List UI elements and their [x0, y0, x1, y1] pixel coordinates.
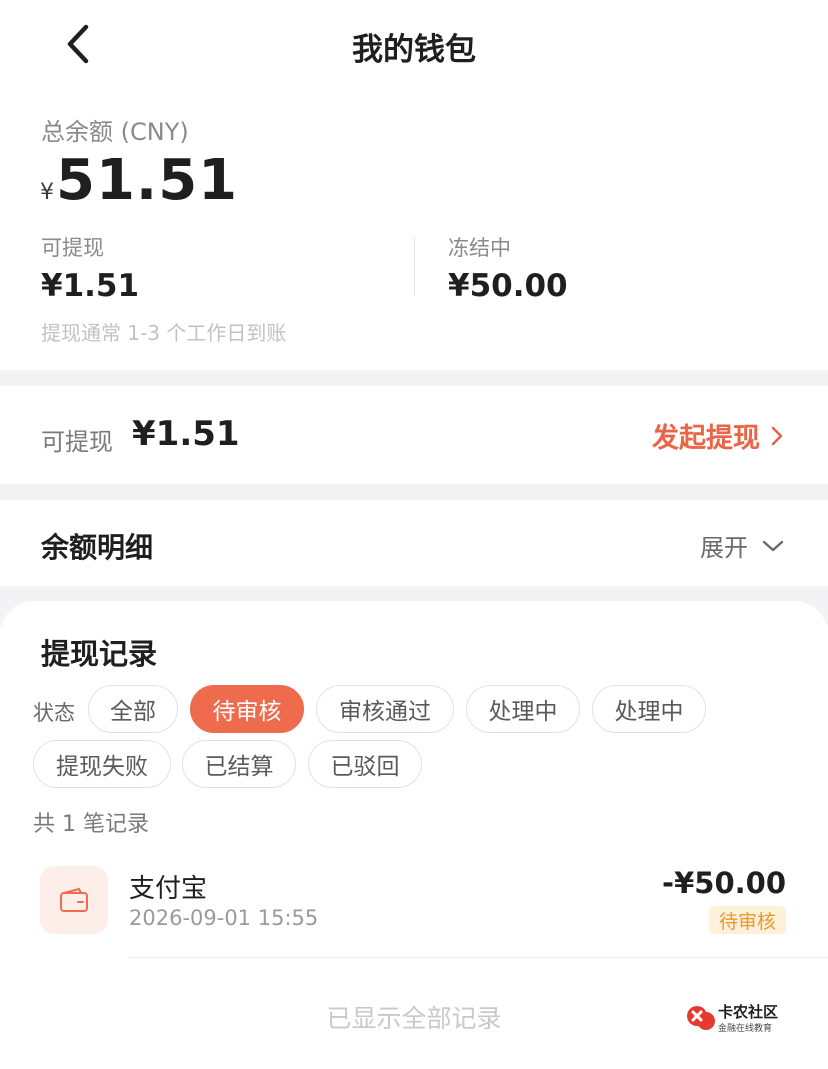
balance-detail-row: 余额明细 展开 — [0, 500, 828, 586]
section-gap — [0, 370, 828, 386]
withdraw-records-panel: 提现记录 状态 全部 待审核 审核通过 处理中 处理中 提现失败 已结算 已驳回… — [0, 601, 828, 1069]
expand-label: 展开 — [700, 534, 748, 562]
total-balance-amount: ¥ 51.51 — [40, 148, 238, 213]
filter-chip-settled[interactable]: 已结算 — [182, 740, 296, 788]
records-title: 提现记录 — [41, 637, 158, 671]
section-gap — [0, 484, 828, 500]
start-withdraw-label: 发起提现 — [652, 423, 760, 454]
record-status-badge: 待审核 — [708, 906, 786, 934]
filter-chip-processing[interactable]: 处理中 — [466, 685, 580, 733]
start-withdraw-button[interactable]: 发起提现 — [652, 416, 784, 455]
wallet-icon — [40, 866, 108, 934]
record-item[interactable]: 支付宝 2026-09-01 15:55 -¥50.00 待审核 — [0, 856, 828, 960]
withdraw-hint: 提现通常 1-3 个工作日到账 — [41, 321, 287, 345]
record-time: 2026-09-01 15:55 — [129, 906, 319, 930]
withdraw-row: 可提现 ¥1.51 发起提现 — [0, 386, 828, 484]
chevron-right-icon — [771, 426, 783, 445]
filter-chip-processing-2[interactable]: 处理中 — [592, 685, 706, 733]
nav-bar: 我的钱包 — [0, 0, 828, 90]
expand-button[interactable]: 展开 — [700, 528, 784, 563]
record-amount: -¥50.00 — [662, 866, 786, 900]
total-balance-label: 总余额 (CNY) — [41, 118, 189, 146]
filter-chip-rejected[interactable]: 已驳回 — [308, 740, 422, 788]
withdraw-row-label: 可提现 — [41, 428, 113, 456]
record-count: 共 1 笔记录 — [33, 812, 149, 837]
total-balance-value: 51.51 — [56, 148, 239, 213]
page-title: 我的钱包 — [352, 32, 476, 68]
column-divider — [414, 236, 415, 296]
withdraw-row-value: ¥1.51 — [132, 414, 240, 454]
filter-chip-failed[interactable]: 提现失败 — [33, 740, 171, 788]
frozen-block: 冻结中 ¥50.00 — [448, 232, 568, 304]
currency-symbol: ¥ — [40, 180, 54, 205]
record-method: 支付宝 — [129, 874, 208, 904]
chevron-down-icon — [762, 540, 784, 551]
record-divider — [128, 957, 828, 958]
balance-detail-title: 余额明细 — [41, 531, 154, 564]
kanong-logo-icon — [687, 1006, 715, 1030]
withdrawable-block: 可提现 ¥1.51 — [41, 232, 139, 304]
frozen-value: ¥50.00 — [448, 268, 568, 304]
filter-chip-approved[interactable]: 审核通过 — [316, 685, 454, 733]
filter-chip-pending[interactable]: 待审核 — [190, 685, 304, 733]
watermark-subtitle: 金融在线教育 — [718, 1024, 773, 1034]
filter-chip-all[interactable]: 全部 — [88, 685, 178, 733]
balance-card: 总余额 (CNY) ¥ 51.51 可提现 ¥1.51 冻结中 ¥50.00 提… — [0, 90, 828, 370]
withdrawable-label: 可提现 — [41, 236, 104, 260]
frozen-label: 冻结中 — [448, 236, 511, 260]
watermark: 卡农社区 金融在线教育 — [686, 1001, 796, 1037]
watermark-name: 卡农社区 — [718, 1003, 779, 1021]
withdrawable-value: ¥1.51 — [41, 268, 140, 304]
status-filter-label: 状态 — [33, 701, 75, 725]
